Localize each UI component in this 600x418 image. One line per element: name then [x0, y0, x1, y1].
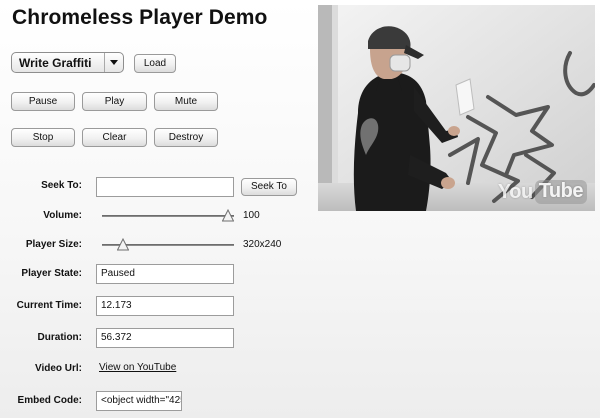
play-button[interactable]: Play: [82, 92, 147, 111]
embed-code-label: Embed Code:: [17, 395, 82, 406]
triangle-thumb-icon[interactable]: [222, 209, 234, 222]
volume-slider[interactable]: [102, 209, 234, 223]
player-size-slider[interactable]: [102, 238, 234, 252]
volume-label: Volume:: [43, 210, 82, 221]
player-state-field[interactable]: Paused: [96, 264, 234, 284]
video-player[interactable]: You Tube: [318, 5, 595, 211]
pause-button[interactable]: Pause: [11, 92, 75, 111]
player-state-label: Player State:: [21, 268, 82, 279]
chevron-down-icon[interactable]: [104, 53, 123, 72]
youtube-logo: You Tube: [498, 180, 587, 204]
page-title: Chromeless Player Demo: [12, 6, 268, 29]
video-select-value: Write Graffiti: [19, 55, 92, 70]
stop-button[interactable]: Stop: [11, 128, 75, 147]
triangle-thumb-icon[interactable]: [117, 238, 129, 251]
load-button[interactable]: Load: [134, 54, 176, 73]
seek-to-button[interactable]: Seek To: [241, 178, 297, 196]
current-time-field[interactable]: 12.173: [96, 296, 234, 316]
volume-slider-track: [102, 215, 234, 217]
duration-field[interactable]: 56.372: [96, 328, 234, 348]
player-size-value: 320x240: [243, 239, 282, 250]
volume-value: 100: [243, 210, 260, 221]
seek-to-label: Seek To:: [41, 180, 82, 191]
youtube-logo-tube: Tube: [534, 180, 587, 204]
clear-button[interactable]: Clear: [82, 128, 147, 147]
current-time-label: Current Time:: [16, 300, 82, 311]
mute-button[interactable]: Mute: [154, 92, 218, 111]
destroy-button[interactable]: Destroy: [154, 128, 218, 147]
player-size-label: Player Size:: [25, 239, 82, 250]
video-select[interactable]: Write Graffiti: [11, 52, 124, 73]
seek-to-input[interactable]: [96, 177, 234, 197]
view-on-youtube-link[interactable]: View on YouTube: [99, 362, 176, 373]
youtube-logo-you: You: [497, 180, 533, 203]
embed-code-field[interactable]: <object width="425: [96, 391, 182, 411]
duration-label: Duration:: [37, 332, 82, 343]
video-url-label: Video Url:: [34, 363, 82, 374]
